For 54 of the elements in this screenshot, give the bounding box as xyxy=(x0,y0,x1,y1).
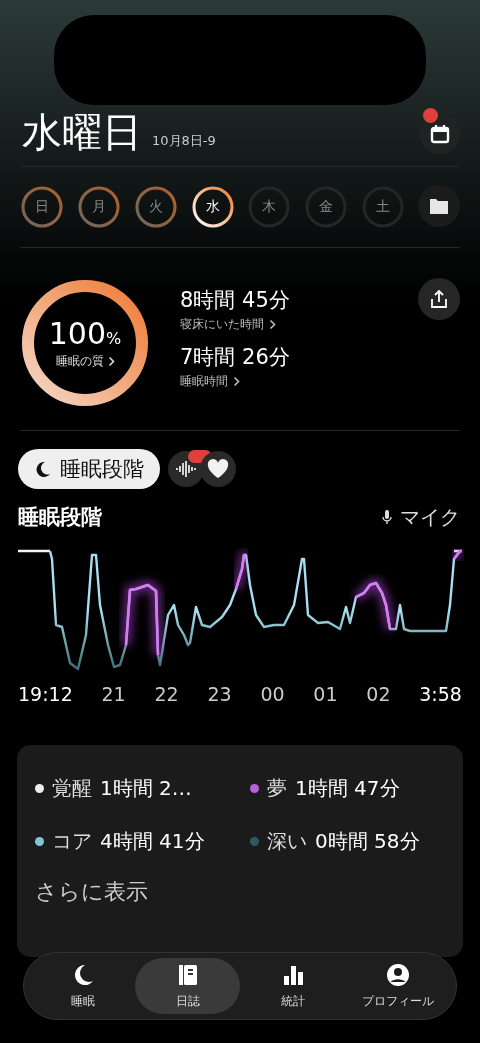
time-label: 21 xyxy=(101,683,126,705)
stage-duration: 1時間 2… xyxy=(100,775,192,802)
stage-duration: 1時間 47分 xyxy=(295,775,400,802)
source-label: マイク xyxy=(400,503,460,531)
time-label: 23 xyxy=(207,683,232,705)
nav-tab[interactable]: プロフィール xyxy=(345,958,450,1014)
day-button[interactable]: 火 xyxy=(133,185,178,229)
stage-duration: 0時間 58分 xyxy=(315,828,420,855)
time-label: 02 xyxy=(366,683,391,705)
heart-icon xyxy=(207,459,229,479)
time-label: 19:12 xyxy=(18,683,73,705)
sound-wave-icon xyxy=(175,460,197,478)
quality-percent: 100 xyxy=(48,316,107,351)
duration-label[interactable]: 寝床にいた時間 xyxy=(180,316,264,333)
stage-duration: 4時間 41分 xyxy=(100,828,205,855)
day-button[interactable]: 水 xyxy=(190,185,235,229)
profile-icon xyxy=(385,962,410,987)
share-button[interactable] xyxy=(418,278,460,320)
day-button[interactable]: 土 xyxy=(361,185,406,229)
nav-tab[interactable]: 日誌 xyxy=(135,958,240,1014)
day-button[interactable]: 金 xyxy=(304,185,349,229)
section-title: 睡眠段階 xyxy=(18,504,102,531)
chevron-icon xyxy=(269,319,276,330)
day-button[interactable]: 月 xyxy=(76,185,121,229)
stage-name: コア xyxy=(52,828,92,855)
moon-icon xyxy=(34,460,52,478)
time-label: 22 xyxy=(154,683,179,705)
time-label: 01 xyxy=(313,683,338,705)
day-button[interactable]: 日 xyxy=(20,185,64,229)
stage-name: 夢 xyxy=(267,775,287,802)
stage-name: 覚醒 xyxy=(52,775,92,802)
chevron-icon xyxy=(107,356,115,367)
nav-tab[interactable]: 統計 xyxy=(240,958,345,1014)
nav-tab[interactable]: 睡眠 xyxy=(30,958,135,1014)
chevron-icon xyxy=(233,376,240,387)
folder-icon xyxy=(428,197,449,215)
heart-rate-tab[interactable] xyxy=(200,451,236,487)
show-more-link[interactable]: さらに表示 xyxy=(35,877,148,907)
day-title: 水曜日 xyxy=(22,110,142,154)
date-range: 10月8日-9 xyxy=(152,132,217,150)
time-label: 00 xyxy=(260,683,285,705)
time-label: 3:58 xyxy=(419,683,462,705)
sleep-stages-tab[interactable]: 睡眠段階 xyxy=(18,449,160,489)
duration-value: 8時間 45分 xyxy=(180,287,290,314)
microphone-icon xyxy=(382,509,392,525)
quality-label: 睡眠の質 xyxy=(55,353,104,370)
percent-unit: % xyxy=(106,329,122,348)
duration-value: 7時間 26分 xyxy=(180,344,290,371)
stage-name: 深い xyxy=(267,828,307,855)
calendar-icon xyxy=(429,123,451,145)
sleep-quality-ring[interactable]: 100% 睡眠の質 xyxy=(20,278,150,408)
duration-label[interactable]: 睡眠時間 xyxy=(180,373,228,390)
day-button[interactable]: 木 xyxy=(247,185,292,229)
share-icon xyxy=(430,289,448,309)
